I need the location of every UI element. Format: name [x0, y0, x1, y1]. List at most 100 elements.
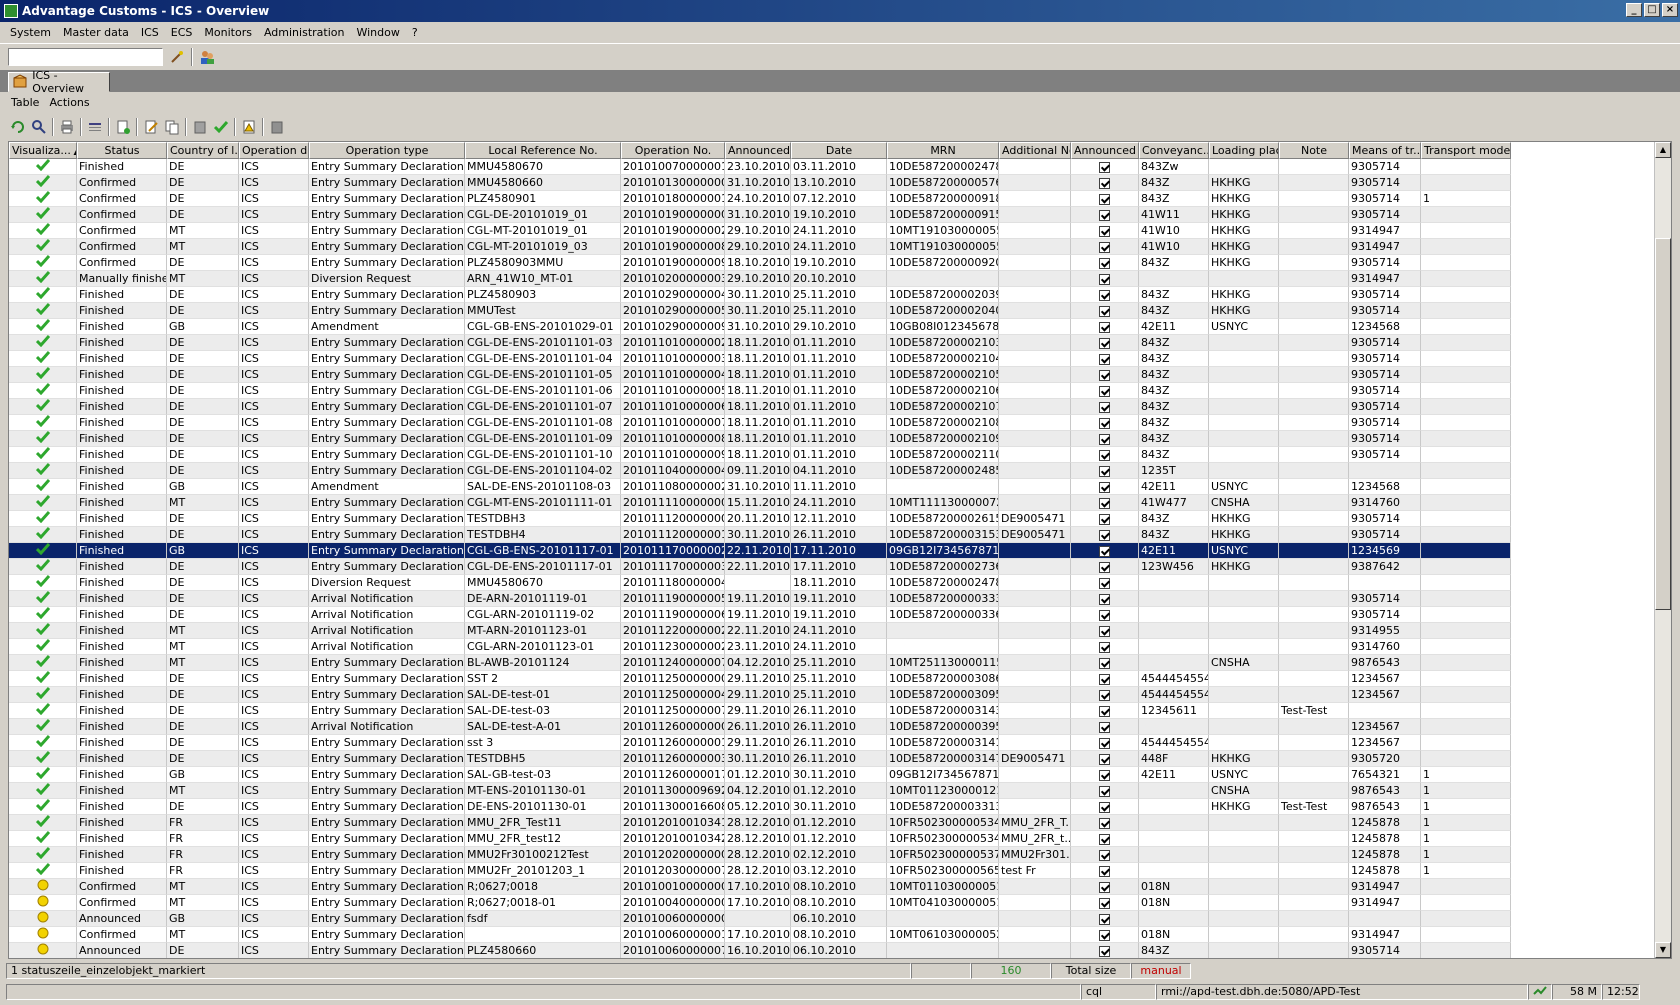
- announced-checkbox[interactable]: [1099, 577, 1110, 589]
- users-icon[interactable]: [199, 49, 215, 65]
- tab-ics-overview[interactable]: ICS - Overview: [8, 69, 110, 95]
- columns-icon[interactable]: [87, 119, 103, 135]
- announced-checkbox[interactable]: [1099, 305, 1110, 317]
- column-header-local-reference[interactable]: Local Reference No.: [465, 142, 621, 159]
- print-icon[interactable]: [59, 119, 75, 135]
- menu-system[interactable]: System: [4, 26, 57, 39]
- column-header-mrn[interactable]: MRN: [887, 142, 999, 159]
- table-row[interactable]: Confirmed MT ICS Entry Summary Declaration R…: [9, 895, 1511, 911]
- confirm-check-icon[interactable]: [213, 119, 229, 135]
- table-row[interactable]: Finished DE ICS Entry Summary Declaration SS…: [9, 671, 1511, 687]
- table-row[interactable]: Finished MT ICS Arrival Notification CGL-ARN…: [9, 639, 1511, 655]
- announced-checkbox[interactable]: [1099, 673, 1110, 685]
- table-row[interactable]: Finished FR ICS Entry Summary Declaration MM…: [9, 863, 1511, 879]
- table-row[interactable]: Finished DE ICS Entry Summary Declaration CG…: [9, 415, 1511, 431]
- warning-icon[interactable]: [241, 119, 257, 135]
- table-row[interactable]: Finished MT ICS Entry Summary Declaration BL…: [9, 655, 1511, 671]
- scroll-down-button[interactable]: ▼: [1655, 942, 1671, 958]
- table-row[interactable]: Finished DE ICS Entry Summary Declaration CG…: [9, 383, 1511, 399]
- column-header-country[interactable]: Country of l...: [167, 142, 239, 159]
- announced-checkbox[interactable]: [1099, 913, 1110, 925]
- table-row[interactable]: Finished DE ICS Entry Summary Declaration CG…: [9, 367, 1511, 383]
- menu-window[interactable]: Window: [350, 26, 405, 39]
- announced-checkbox[interactable]: [1099, 721, 1110, 733]
- announced-checkbox[interactable]: [1099, 289, 1110, 301]
- table-row[interactable]: Finished DE ICS Diversion Request MMU4580670…: [9, 575, 1511, 591]
- column-header-announced[interactable]: Announced: [725, 142, 791, 159]
- announced-checkbox[interactable]: [1099, 433, 1110, 445]
- announced-checkbox[interactable]: [1099, 321, 1110, 333]
- table-row[interactable]: Finished DE ICS Entry Summary Declaration TE…: [9, 511, 1511, 527]
- announced-checkbox[interactable]: [1099, 753, 1110, 765]
- copy-icon[interactable]: [164, 119, 180, 135]
- table-row[interactable]: Finished MT ICS Arrival Notification MT-ARN-…: [9, 623, 1511, 639]
- announced-checkbox[interactable]: [1099, 897, 1110, 909]
- announced-checkbox[interactable]: [1099, 401, 1110, 413]
- column-header-means-of-transport[interactable]: Means of tr...: [1349, 142, 1421, 159]
- announced-checkbox[interactable]: [1099, 945, 1110, 957]
- column-header-operation-type[interactable]: Operation type: [309, 142, 465, 159]
- edit-icon[interactable]: [143, 119, 159, 135]
- table-row[interactable]: Finished FR ICS Entry Summary Declaration MM…: [9, 831, 1511, 847]
- announced-checkbox[interactable]: [1099, 609, 1110, 621]
- table-row[interactable]: Finished DE ICS Entry Summary Declaration PL…: [9, 287, 1511, 303]
- table-row[interactable]: Finished GB ICS Entry Summary Declaration SA…: [9, 767, 1511, 783]
- column-header-status[interactable]: Status: [77, 142, 167, 159]
- announced-checkbox[interactable]: [1099, 561, 1110, 573]
- announced-checkbox[interactable]: [1099, 369, 1110, 381]
- column-header-visualization[interactable]: Visualiza... ▲: [9, 142, 77, 159]
- announced-checkbox[interactable]: [1099, 449, 1110, 461]
- table-row[interactable]: Finished DE ICS Entry Summary Declaration SA…: [9, 703, 1511, 719]
- table-row[interactable]: Finished DE ICS Entry Summary Declaration MM…: [9, 159, 1511, 175]
- table-row[interactable]: Confirmed MT ICS Entry Summary Declaration C…: [9, 239, 1511, 255]
- table-row[interactable]: Finished DE ICS Arrival Notification DE-ARN-…: [9, 591, 1511, 607]
- announced-checkbox[interactable]: [1099, 881, 1110, 893]
- table-row[interactable]: Confirmed MT ICS Entry Summary Declaration R…: [9, 879, 1511, 895]
- announced-checkbox[interactable]: [1099, 161, 1110, 173]
- announced-checkbox[interactable]: [1099, 689, 1110, 701]
- announced-checkbox[interactable]: [1099, 385, 1110, 397]
- announced-checkbox[interactable]: [1099, 273, 1110, 285]
- maximize-button[interactable]: □: [1644, 3, 1660, 17]
- new-document-icon[interactable]: [115, 119, 131, 135]
- scroll-up-button[interactable]: ▲: [1655, 142, 1671, 158]
- table-row[interactable]: Confirmed DE ICS Entry Summary Declaration P…: [9, 255, 1511, 271]
- table-row[interactable]: Finished DE ICS Entry Summary Declaration DE…: [9, 799, 1511, 815]
- column-header-transport-mode[interactable]: Transport mode ...: [1421, 142, 1511, 159]
- announced-checkbox[interactable]: [1099, 193, 1110, 205]
- scroll-thumb[interactable]: [1655, 238, 1671, 610]
- table-row[interactable]: Finished FR ICS Entry Summary Declaration MM…: [9, 815, 1511, 831]
- announced-checkbox[interactable]: [1099, 177, 1110, 189]
- table-row[interactable]: Finished DE ICS Entry Summary Declaration CG…: [9, 559, 1511, 575]
- menu-actions[interactable]: Actions: [44, 96, 94, 109]
- table-row[interactable]: Announced GB ICS Entry Summary Declaration f…: [9, 911, 1511, 927]
- table-row[interactable]: Confirmed DE ICS Entry Summary Declaration M…: [9, 175, 1511, 191]
- column-header-note[interactable]: Note: [1279, 142, 1349, 159]
- announced-checkbox[interactable]: [1099, 817, 1110, 829]
- announced-checkbox[interactable]: [1099, 593, 1110, 605]
- menu-help[interactable]: ?: [406, 26, 424, 39]
- table-row[interactable]: Manually finished MT ICS Diversion Request A…: [9, 271, 1511, 287]
- announced-checkbox[interactable]: [1099, 417, 1110, 429]
- table-row[interactable]: Finished DE ICS Entry Summary Declaration TE…: [9, 751, 1511, 767]
- table-row[interactable]: Finished DE ICS Entry Summary Declaration TE…: [9, 527, 1511, 543]
- announced-checkbox[interactable]: [1099, 705, 1110, 717]
- announced-checkbox[interactable]: [1099, 625, 1110, 637]
- column-header-loading-place[interactable]: Loading place: [1209, 142, 1279, 159]
- table-row[interactable]: Confirmed DE ICS Entry Summary Declaration C…: [9, 207, 1511, 223]
- table-row[interactable]: Finished DE ICS Entry Summary Declaration CG…: [9, 335, 1511, 351]
- table-row[interactable]: Finished DE ICS Entry Summary Declaration CG…: [9, 463, 1511, 479]
- announced-checkbox[interactable]: [1099, 481, 1110, 493]
- table-row[interactable]: Finished DE ICS Entry Summary Declaration ss…: [9, 735, 1511, 751]
- minimize-button[interactable]: _: [1626, 3, 1642, 17]
- table-row[interactable]: Finished DE ICS Entry Summary Declaration MM…: [9, 303, 1511, 319]
- announced-checkbox[interactable]: [1099, 257, 1110, 269]
- table-row[interactable]: Finished GB ICS Amendment CGL-GB-ENS-2010102…: [9, 319, 1511, 335]
- menu-administration[interactable]: Administration: [258, 26, 351, 39]
- announced-checkbox[interactable]: [1099, 833, 1110, 845]
- announced-checkbox[interactable]: [1099, 785, 1110, 797]
- table-row[interactable]: Finished DE ICS Arrival Notification SAL-DE-…: [9, 719, 1511, 735]
- announced-checkbox[interactable]: [1099, 849, 1110, 861]
- magic-wand-icon[interactable]: [169, 49, 185, 65]
- menu-table[interactable]: Table: [6, 96, 44, 109]
